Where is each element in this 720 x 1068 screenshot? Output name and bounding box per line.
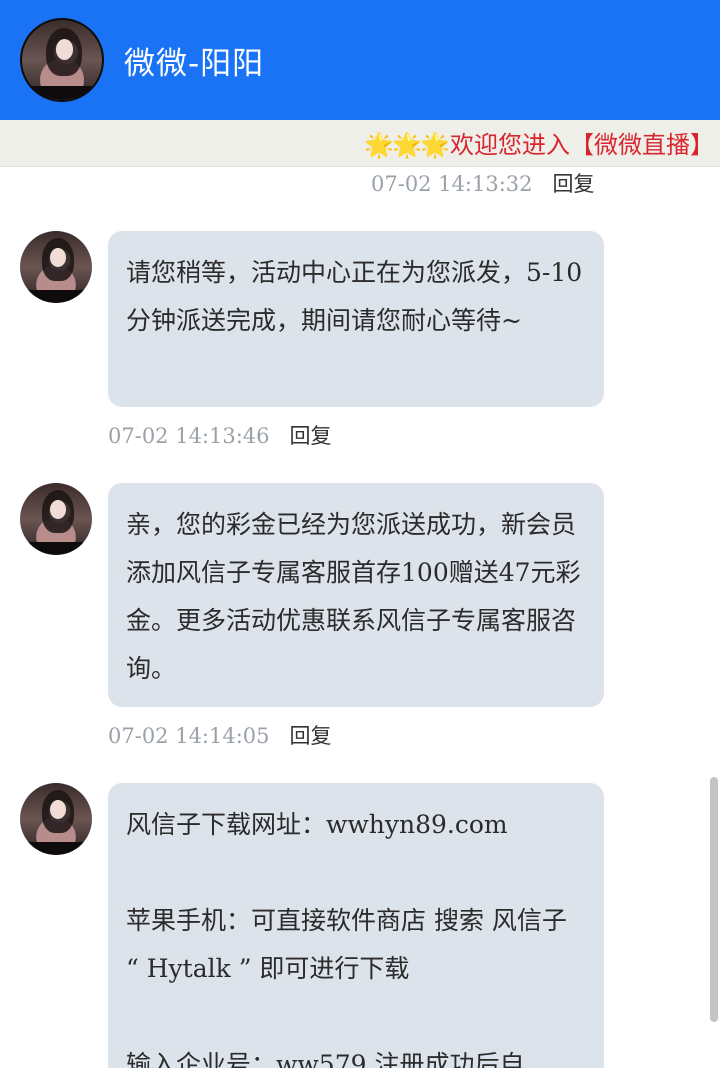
message-meta: 07-02 14:13:32 回复 bbox=[371, 168, 595, 198]
message-list[interactable]: 07-02 14:13:32 回复 请您稍等，活动中心正在为您派发，5-10分钟派… bbox=[0, 167, 708, 1068]
chat-header: 微微-阳阳 bbox=[0, 0, 720, 120]
star-icon: 🌟🌟🌟 bbox=[364, 131, 450, 159]
sender-avatar[interactable] bbox=[20, 783, 92, 855]
contact-avatar[interactable] bbox=[20, 18, 104, 102]
announcement-marquee: 🌟🌟🌟欢迎您进入【微微直播】 bbox=[0, 120, 720, 167]
announcement-text: 🌟🌟🌟欢迎您进入【微微直播】 bbox=[364, 125, 714, 160]
reply-button[interactable]: 回复 bbox=[553, 172, 595, 196]
message-bubble: 请您稍等，活动中心正在为您派发，5-10分钟派送完成，期间请您耐心等待~ bbox=[108, 231, 604, 407]
contact-name: 微微-阳阳 bbox=[124, 45, 265, 82]
message-timestamp: 07-02 14:13:32 bbox=[371, 172, 533, 196]
message-timestamp: 07-02 14:14:05 bbox=[108, 724, 270, 748]
reply-button[interactable]: 回复 bbox=[290, 424, 332, 448]
message-bubble: 风信子下载网址：wwhyn89.com 苹果手机：可直接软件商店 搜索 风信子 … bbox=[108, 783, 604, 1068]
message-meta: 07-02 14:14:05 回复 bbox=[108, 720, 332, 750]
message-bubble: 亲，您的彩金已经为您派送成功，新会员添加风信子专属客服首存100赠送47元彩金。… bbox=[108, 483, 604, 707]
sender-avatar[interactable] bbox=[20, 231, 92, 303]
announcement-label: 欢迎您进入【微微直播】 bbox=[450, 131, 714, 159]
scrollbar-thumb[interactable] bbox=[710, 777, 718, 1022]
sender-avatar[interactable] bbox=[20, 483, 92, 555]
message-timestamp: 07-02 14:13:46 bbox=[108, 424, 270, 448]
reply-button[interactable]: 回复 bbox=[290, 724, 332, 748]
message-meta: 07-02 14:13:46 回复 bbox=[108, 420, 332, 450]
